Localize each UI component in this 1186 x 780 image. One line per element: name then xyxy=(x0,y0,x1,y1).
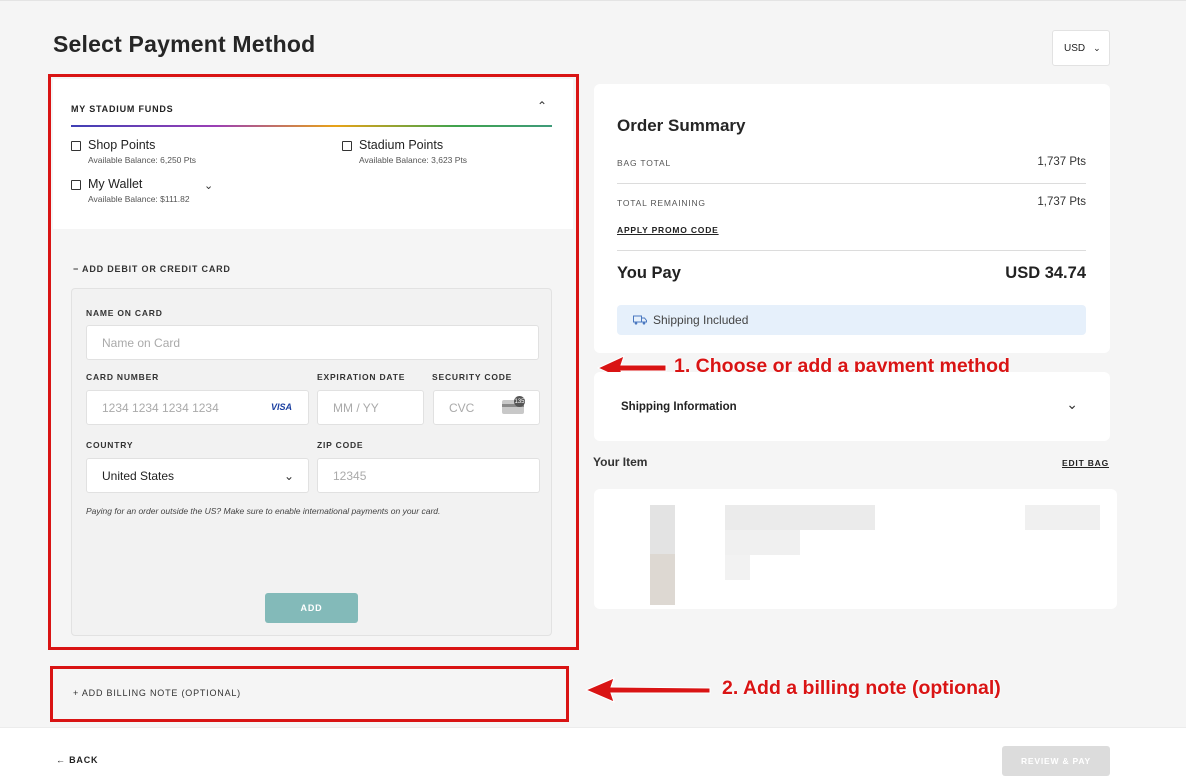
blurred-text xyxy=(725,530,800,555)
annotation-step2: 2. Add a billing note (optional) xyxy=(722,677,1001,699)
back-button[interactable]: ← BACK xyxy=(56,755,98,765)
chevron-down-icon: ⌄ xyxy=(1066,396,1078,412)
you-pay-value: USD 34.74 xyxy=(1005,264,1086,282)
footer-bar: ← BACK REVIEW & PAY xyxy=(0,727,1186,780)
summary-divider xyxy=(617,183,1086,184)
edit-bag-link[interactable]: EDIT BAG xyxy=(1062,458,1109,468)
order-summary: Order Summary BAG TOTAL 1,737 Pts TOTAL … xyxy=(594,84,1110,353)
your-item-title: Your Item xyxy=(593,455,648,469)
remaining-value: 1,737 Pts xyxy=(1037,196,1086,208)
shipping-info-label: Shipping Information xyxy=(621,401,737,413)
annotation-arrow-icon xyxy=(584,677,711,703)
summary-title: Order Summary xyxy=(617,116,746,135)
shipping-included-text: Shipping Included xyxy=(653,313,749,327)
currency-value: USD xyxy=(1064,42,1086,54)
page-title: Select Payment Method xyxy=(53,31,316,57)
review-pay-button[interactable]: REVIEW & PAY xyxy=(1002,746,1110,776)
summary-divider xyxy=(617,250,1086,251)
remaining-label: TOTAL REMAINING xyxy=(617,198,706,208)
bag-total-label: BAG TOTAL xyxy=(617,158,671,168)
you-pay-label: You Pay xyxy=(617,264,681,282)
item-card-blurred xyxy=(594,489,1117,609)
shipping-info-accordion[interactable]: Shipping Information ⌄ xyxy=(594,372,1110,441)
blurred-image xyxy=(650,554,675,605)
shipping-included-badge: Shipping Included xyxy=(617,305,1086,335)
annotation-box-billing xyxy=(50,666,569,722)
blurred-text xyxy=(725,555,750,580)
top-border xyxy=(0,0,1186,1)
truck-icon xyxy=(633,315,647,325)
annotation-box-payment xyxy=(48,74,579,650)
blurred-text xyxy=(725,505,875,530)
bag-total-value: 1,737 Pts xyxy=(1037,156,1086,168)
apply-promo-link[interactable]: APPLY PROMO CODE xyxy=(617,225,719,235)
blurred-text xyxy=(1025,505,1100,530)
chevron-down-icon: ⌄ xyxy=(1093,42,1101,53)
currency-select[interactable]: USD ⌄ xyxy=(1052,30,1110,66)
